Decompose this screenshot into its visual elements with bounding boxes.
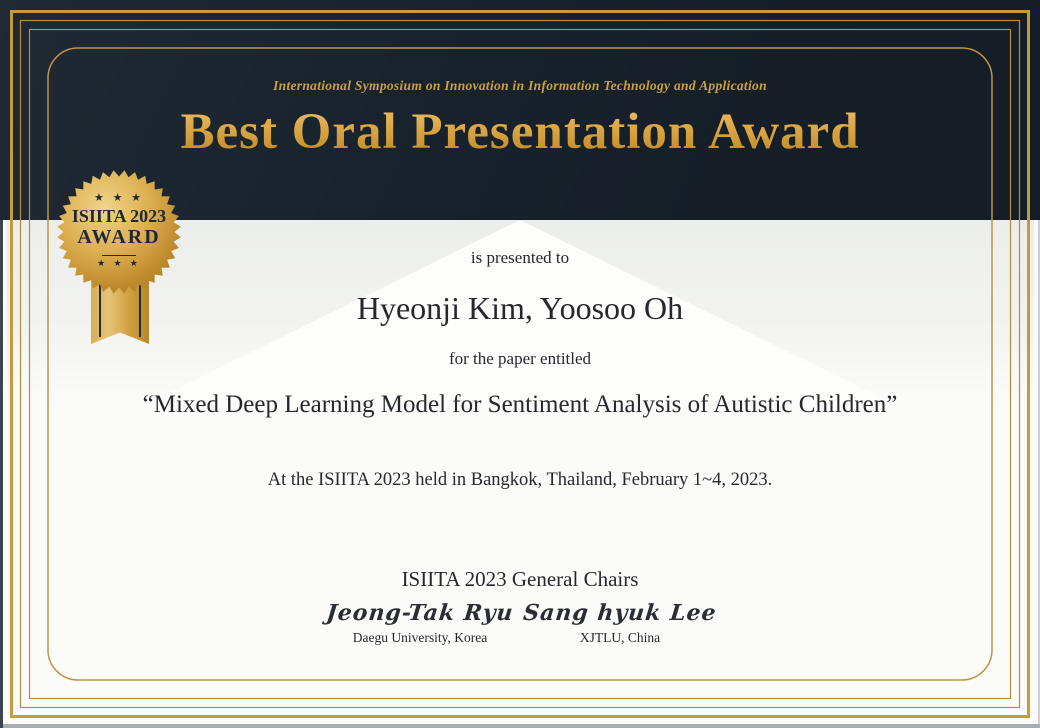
paper-entitled-label: for the paper entitled	[0, 349, 1040, 369]
event-details-line: At the ISIITA 2023 held in Bangkok, Thai…	[0, 470, 1040, 491]
badge-divider	[102, 255, 136, 256]
badge-stars-bottom: ★ ★ ★	[57, 258, 181, 269]
certificate-page: International Symposium on Innovation in…	[0, 0, 1040, 728]
signature-jeong-tak-ryu: Jeong-Tak Ryu	[319, 600, 522, 626]
paper-title: “Mixed Deep Learning Model for Sentiment…	[130, 385, 910, 424]
affiliation-right: XJTLU, China	[520, 630, 720, 646]
symposium-subtitle: International Symposium on Innovation in…	[0, 78, 1040, 94]
signatures-row: Jeong-Tak Ryu Daegu University, Korea Sa…	[320, 600, 720, 646]
general-chairs-label: ISIITA 2023 General Chairs	[0, 567, 1040, 592]
recipient-names: Hyeonji Kim, Yoosoo Oh	[0, 290, 1040, 327]
award-title: Best Oral Presentation Award	[0, 103, 1040, 161]
affiliation-left: Daegu University, Korea	[320, 630, 520, 646]
award-medal-badge: ★ ★ ★ ISIITA 2023 AWARD ★ ★ ★	[57, 170, 181, 294]
signature-block-right: Sang hyuk Lee XJTLU, China	[520, 600, 720, 646]
badge-title-line1: ISIITA 2023	[57, 206, 181, 227]
badge-stars-top: ★ ★ ★	[57, 191, 181, 204]
signature-block-left: Jeong-Tak Ryu Daegu University, Korea	[320, 600, 520, 646]
signature-sang-hyuk-lee: Sang hyuk Lee	[519, 600, 722, 626]
badge-title-line2: AWARD	[57, 226, 181, 249]
